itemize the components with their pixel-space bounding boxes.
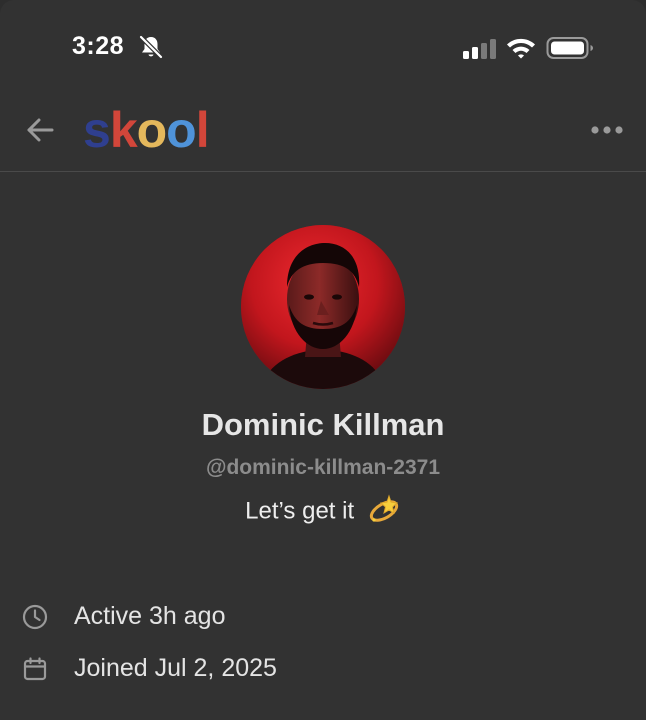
app-header: skool: [0, 96, 646, 172]
back-arrow-icon[interactable]: [22, 112, 58, 148]
profile-bio-line: Let’s get it: [0, 494, 646, 529]
profile-name: Dominic Killman: [201, 407, 445, 442]
cellular-signal-icon: [463, 39, 496, 59]
status-bar: 3:28: [0, 0, 646, 96]
more-horizontal-icon[interactable]: [590, 118, 624, 142]
battery-icon: [546, 37, 593, 59]
profile-screen: 3:28 skool Dominic Killman @dominic-kill…: [0, 0, 646, 720]
profile-handle: @dominic-killman-2371: [205, 456, 441, 479]
logo-letter: s: [83, 102, 111, 158]
wifi-icon: [507, 38, 535, 59]
logo-letter: o: [166, 102, 197, 158]
active-status-text: Active 3h ago: [74, 602, 226, 630]
profile-bio: Let’s get it: [245, 497, 355, 525]
logo-letter: l: [195, 102, 210, 158]
joined-date-text: Joined Jul 2, 2025: [74, 654, 277, 682]
calendar-icon: [23, 657, 47, 681]
avatar-portrait: [241, 225, 405, 389]
dizzy-emoji-icon: [369, 494, 398, 522]
logo-letter: k: [109, 102, 138, 158]
bell-slash-icon: [139, 35, 163, 59]
logo-letter: o: [136, 102, 168, 158]
avatar[interactable]: [241, 225, 405, 389]
active-status-row: Active 3h ago: [0, 597, 646, 637]
skool-logo[interactable]: skool: [83, 100, 210, 160]
status-time: 3:28: [72, 32, 125, 60]
joined-date-row: Joined Jul 2, 2025: [0, 649, 646, 689]
clock-icon: [22, 604, 48, 630]
